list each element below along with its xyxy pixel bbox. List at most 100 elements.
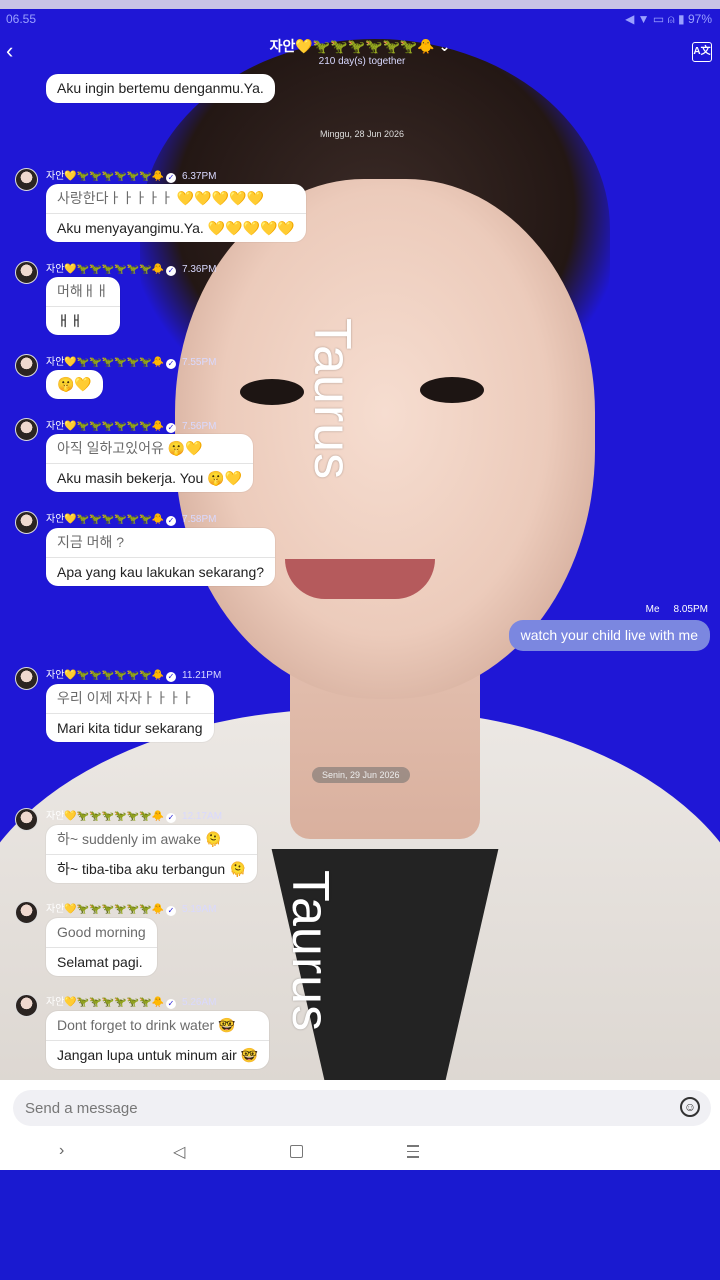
message-bubble[interactable]: 우리 이제 자자ㅏㅏㅏㅏ Mari kita tidur sekarang xyxy=(46,684,214,742)
sender-header: 자안💛🦖🦖🦖🦖🦖🦖🐥 ✓ 7.55PM xyxy=(46,353,216,369)
translated-text: Mari kita tidur sekarang xyxy=(46,713,214,742)
message-time: 8.05PM xyxy=(673,604,708,615)
watermark-text: Taurus xyxy=(303,318,361,481)
chat-header: ‹ 자안💛🦖🦖🦖🦖🦖🦖🐥 ⌄ 210 day(s) together A文 xyxy=(0,34,720,74)
original-text: 머해ㅐㅐ xyxy=(57,283,109,299)
original-text: 지금 머해 ? xyxy=(57,534,125,550)
original-text: 사랑한다ㅏㅏㅏㅏㅏ 💛💛💛💛💛 xyxy=(57,190,264,206)
original-text: Good morning xyxy=(57,924,146,940)
sender-name: 자안💛🦖🦖🦖🦖🦖🦖🐥 xyxy=(46,811,165,822)
composer-bar: ☺ › ◁ xyxy=(0,1080,720,1170)
date-separator: Senin, 29 Jun 2026 xyxy=(312,767,410,783)
avatar[interactable] xyxy=(15,418,38,441)
verified-icon: ✓ xyxy=(166,173,177,183)
message-time: 7.55PM xyxy=(182,357,217,368)
watermark-text: Taurus xyxy=(281,870,339,1033)
message-text: 🤫💛 xyxy=(57,376,92,392)
nav-menu-icon[interactable] xyxy=(407,1145,419,1162)
translated-text: Selamat pagi. xyxy=(46,947,157,976)
avatar[interactable] xyxy=(15,994,38,1017)
sender-header: 자안💛🦖🦖🦖🦖🦖🦖🐥 ✓ 5.19AM xyxy=(46,900,216,916)
avatar[interactable] xyxy=(15,261,38,284)
message-bubble[interactable]: 아직 일하고있어유 🤫💛 Aku masih bekerja. You 🤫💛 xyxy=(46,434,254,492)
avatar[interactable] xyxy=(15,354,38,377)
status-time: 06.55 xyxy=(6,12,37,26)
photo-eye xyxy=(420,377,484,403)
message-bubble[interactable]: 🤫💛 xyxy=(46,370,103,399)
my-message-bubble[interactable]: watch your child live with me xyxy=(508,620,710,651)
sender-header: 자안💛🦖🦖🦖🦖🦖🦖🐥 ✓ 12.17AM xyxy=(46,807,222,823)
photo-mouth xyxy=(285,559,435,599)
message-bubble[interactable]: Dont forget to drink water 🤓 Jangan lupa… xyxy=(46,1011,270,1069)
my-message-meta: Me 8.05PM xyxy=(646,604,708,615)
message-bubble[interactable]: 머해ㅐㅐ ㅐㅐ xyxy=(46,277,120,335)
avatar[interactable] xyxy=(15,808,38,831)
sender-name: 자안💛🦖🦖🦖🦖🦖🦖🐥 xyxy=(46,997,165,1008)
message-text: Aku ingin bertemu denganmu.Ya. xyxy=(57,80,264,96)
sender-me: Me xyxy=(645,604,660,615)
avatar[interactable] xyxy=(15,667,38,690)
message-bubble[interactable]: Good morning Selamat pagi. xyxy=(46,918,157,976)
translated-text: Aku menyayangimu.Ya. 💛💛💛💛💛 xyxy=(46,213,306,242)
message-bubble[interactable]: Aku ingin bertemu denganmu.Ya. xyxy=(46,74,275,103)
verified-icon: ✓ xyxy=(166,359,177,369)
avatar[interactable] xyxy=(15,168,38,191)
verified-icon: ✓ xyxy=(166,423,177,433)
message-bubble[interactable]: 사랑한다ㅏㅏㅏㅏㅏ 💛💛💛💛💛 Aku menyayangimu.Ya. 💛💛💛… xyxy=(46,184,306,242)
verified-icon: ✓ xyxy=(166,516,177,526)
original-text: 하~ suddenly im awake 🫠 xyxy=(57,831,223,847)
translated-text: Aku masih bekerja. You 🤫💛 xyxy=(46,463,254,492)
chat-title[interactable]: 자안💛🦖🦖🦖🦖🦖🦖🐥 ⌄ xyxy=(0,36,720,56)
sender-name: 자안💛🦖🦖🦖🦖🦖🦖🐥 xyxy=(46,357,165,368)
sender-name: 자안💛🦖🦖🦖🦖🦖🦖🐥 xyxy=(46,421,165,432)
chevron-right-icon[interactable]: › xyxy=(59,1142,64,1160)
sender-header: 자안💛🦖🦖🦖🦖🦖🦖🐥 ✓ 7.36PM xyxy=(46,260,216,276)
status-icons: ◀ ▼ ▭ ⍝ ▮ 97% xyxy=(625,12,712,26)
avatar[interactable] xyxy=(15,511,38,534)
message-time: 7.56PM xyxy=(182,421,217,432)
top-strip xyxy=(0,0,720,9)
sender-header: 자안💛🦖🦖🦖🦖🦖🦖🐥 ✓ 11.21PM xyxy=(46,666,221,682)
verified-icon: ✓ xyxy=(166,813,177,823)
message-time: 11.21PM xyxy=(182,670,222,681)
message-input[interactable] xyxy=(13,1090,711,1126)
translated-text: 하~ tiba-tiba aku terbangun 🫠 xyxy=(46,854,258,883)
message-time: 7.58PM xyxy=(182,514,217,525)
date-separator: Minggu, 28 Jun 2026 xyxy=(319,129,405,139)
nav-home-icon[interactable] xyxy=(290,1145,303,1158)
message-time: 5.19AM xyxy=(182,904,217,915)
message-time: 5.26AM xyxy=(182,997,217,1008)
translated-text: Jangan lupa untuk minum air 🤓 xyxy=(46,1040,270,1069)
emoji-icon[interactable]: ☺ xyxy=(680,1097,700,1117)
sender-name: 자안💛🦖🦖🦖🦖🦖🦖🐥 xyxy=(46,264,165,275)
sender-name: 자안💛🦖🦖🦖🦖🦖🦖🐥 xyxy=(46,904,165,915)
translated-text: ㅐㅐ xyxy=(46,306,120,335)
verified-icon: ✓ xyxy=(166,672,177,682)
original-text: 아직 일하고있어유 🤫💛 xyxy=(57,440,203,456)
sender-header: 자안💛🦖🦖🦖🦖🦖🦖🐥 ✓ 7.58PM xyxy=(46,510,216,526)
translate-icon[interactable]: A文 xyxy=(692,42,712,62)
translated-text: Apa yang kau lakukan sekarang? xyxy=(46,557,276,586)
photo-eye xyxy=(240,379,304,405)
bottom-background xyxy=(0,1170,720,1280)
message-bubble[interactable]: 하~ suddenly im awake 🫠 하~ tiba-tiba aku … xyxy=(46,825,258,883)
status-bar: 06.55 ◀ ▼ ▭ ⍝ ▮ 97% xyxy=(6,11,712,29)
sender-header: 자안💛🦖🦖🦖🦖🦖🦖🐥 ✓ 7.56PM xyxy=(46,417,216,433)
verified-icon: ✓ xyxy=(166,906,177,916)
original-text: Dont forget to drink water 🤓 xyxy=(57,1017,236,1033)
sender-header: 자안💛🦖🦖🦖🦖🦖🦖🐥 ✓ 5.26AM xyxy=(46,993,216,1009)
app-screen: Taurus Taurus 06.55 ◀ ▼ ▭ ⍝ ▮ 97% ‹ 자안💛🦖… xyxy=(0,0,720,1280)
sender-name: 자안💛🦖🦖🦖🦖🦖🦖🐥 xyxy=(46,514,165,525)
message-bubble[interactable]: 지금 머해 ? Apa yang kau lakukan sekarang? xyxy=(46,528,276,586)
message-time: 12.17AM xyxy=(182,811,223,822)
original-text: 우리 이제 자자ㅏㅏㅏㅏ xyxy=(57,690,194,706)
nav-back-icon[interactable]: ◁ xyxy=(173,1142,185,1162)
verified-icon: ✓ xyxy=(166,999,177,1009)
navigation-bar: › ◁ xyxy=(0,1136,720,1170)
sender-name: 자안💛🦖🦖🦖🦖🦖🦖🐥 xyxy=(46,171,165,182)
message-time: 7.36PM xyxy=(182,264,217,275)
days-together: 210 day(s) together xyxy=(318,56,406,67)
message-time: 6.37PM xyxy=(182,171,217,182)
avatar[interactable] xyxy=(15,901,38,924)
sender-name: 자안💛🦖🦖🦖🦖🦖🦖🐥 xyxy=(46,670,165,681)
